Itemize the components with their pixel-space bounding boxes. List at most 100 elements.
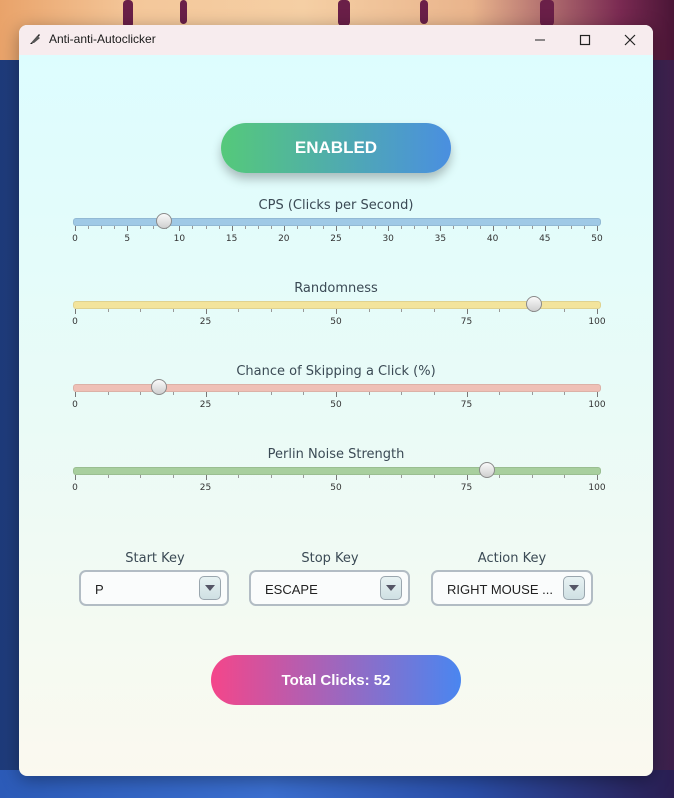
minor-tick — [107, 309, 109, 312]
chevron-down-icon — [205, 585, 215, 591]
randomness-slider-track[interactable] — [73, 301, 601, 309]
close-icon — [624, 34, 636, 46]
major-tick — [205, 309, 207, 314]
minor-tick — [531, 392, 533, 395]
major-tick — [231, 226, 233, 231]
chevron-down-icon — [386, 585, 396, 591]
wallpaper-tree — [420, 0, 428, 24]
cps-tick-label: 45 — [539, 234, 551, 244]
minor-tick — [172, 392, 174, 395]
major-tick — [336, 226, 337, 231]
minimize-button[interactable] — [517, 25, 563, 55]
minor-tick — [270, 475, 272, 478]
close-button[interactable] — [607, 25, 653, 55]
cps-slider-ticks — [73, 226, 599, 232]
cps-tick-label: 0 — [72, 234, 78, 244]
total-clicks-button[interactable]: Total Clicks: 52 — [211, 655, 461, 705]
action-key-combobox[interactable]: RIGHT MOUSE ... — [431, 570, 593, 606]
action-key-dropdown-button[interactable] — [563, 576, 585, 600]
chevron-down-icon — [569, 585, 579, 591]
minor-tick — [172, 309, 174, 312]
cps-tick-label: 30 — [382, 234, 394, 244]
minor-tick — [296, 226, 298, 229]
minor-tick — [433, 392, 435, 395]
minor-tick — [172, 475, 174, 478]
minor-tick — [427, 226, 429, 229]
title-bar[interactable]: Anti-anti-Autoclicker — [19, 25, 653, 55]
major-tick — [597, 475, 598, 480]
randomness-tick-label: 75 — [460, 317, 473, 327]
perlin-slider-track[interactable] — [73, 467, 601, 475]
cps-slider-label: CPS (Clicks per Second) — [258, 198, 414, 213]
minimize-icon — [535, 39, 545, 41]
stop-key-value: ESCAPE — [265, 582, 318, 597]
start-key-combobox[interactable]: P — [79, 570, 229, 606]
wallpaper-tree — [540, 0, 554, 26]
wallpaper-tree — [180, 0, 187, 24]
major-tick — [75, 392, 76, 397]
randomness-tick-label: 50 — [330, 317, 342, 327]
cps-slider-track[interactable] — [73, 218, 601, 226]
major-tick — [440, 226, 442, 231]
feather-app-icon — [30, 34, 40, 44]
minor-tick — [564, 475, 566, 478]
minor-tick — [140, 392, 142, 395]
major-tick — [544, 226, 546, 231]
perlin-tick-label: 25 — [199, 483, 212, 493]
cps-slider-thumb[interactable] — [155, 213, 172, 229]
randomness-slider-ticks — [73, 309, 599, 315]
minor-tick — [140, 309, 142, 312]
cps-tick-label: 20 — [278, 234, 290, 244]
maximize-button[interactable] — [562, 25, 608, 55]
minor-tick — [107, 392, 109, 395]
minor-tick — [114, 226, 116, 229]
minor-tick — [192, 226, 194, 229]
perlin-slider-label: Perlin Noise Strength — [267, 447, 405, 462]
minor-tick — [479, 226, 481, 229]
major-tick — [127, 226, 129, 231]
enabled-toggle-button[interactable]: ENABLED — [221, 123, 451, 173]
perlin-tick-label: 0 — [72, 483, 78, 493]
major-tick — [597, 309, 598, 314]
major-tick — [75, 309, 76, 314]
minor-tick — [238, 475, 240, 478]
perlin-tick-label: 100 — [588, 483, 606, 493]
major-tick — [283, 226, 285, 231]
minor-tick — [564, 309, 566, 312]
skip-slider-ticks — [73, 392, 599, 398]
minor-tick — [140, 475, 142, 478]
major-tick — [492, 226, 494, 231]
randomness-tick-label: 100 — [588, 317, 606, 327]
minor-tick — [557, 226, 559, 229]
major-tick — [597, 392, 598, 397]
major-tick — [336, 309, 337, 314]
stop-key-combobox[interactable]: ESCAPE — [249, 570, 410, 606]
minor-tick — [499, 475, 501, 478]
minor-tick — [583, 226, 585, 229]
major-tick — [179, 226, 181, 231]
start-key-label: Start Key — [125, 551, 185, 566]
minor-tick — [499, 309, 501, 312]
minor-tick — [101, 226, 103, 229]
cps-tick-label: 10 — [173, 234, 186, 244]
cps-tick-label: 15 — [225, 234, 238, 244]
start-key-dropdown-button[interactable] — [199, 576, 221, 600]
cps-tick-label: 50 — [591, 234, 603, 244]
minor-tick — [309, 226, 311, 229]
minor-tick — [244, 226, 246, 229]
minor-tick — [368, 392, 370, 395]
minor-tick — [401, 475, 403, 478]
major-tick — [205, 475, 207, 480]
randomness-tick-label: 25 — [199, 317, 212, 327]
minor-tick — [238, 309, 240, 312]
skip-tick-label: 50 — [330, 400, 342, 410]
perlin-tick-label: 75 — [460, 483, 473, 493]
minor-tick — [368, 309, 370, 312]
major-tick — [597, 226, 598, 231]
major-tick — [466, 309, 468, 314]
stop-key-dropdown-button[interactable] — [380, 576, 402, 600]
major-tick — [336, 475, 337, 480]
skip-slider-thumb[interactable] — [150, 379, 167, 395]
minor-tick — [153, 226, 155, 229]
minor-tick — [570, 226, 572, 229]
